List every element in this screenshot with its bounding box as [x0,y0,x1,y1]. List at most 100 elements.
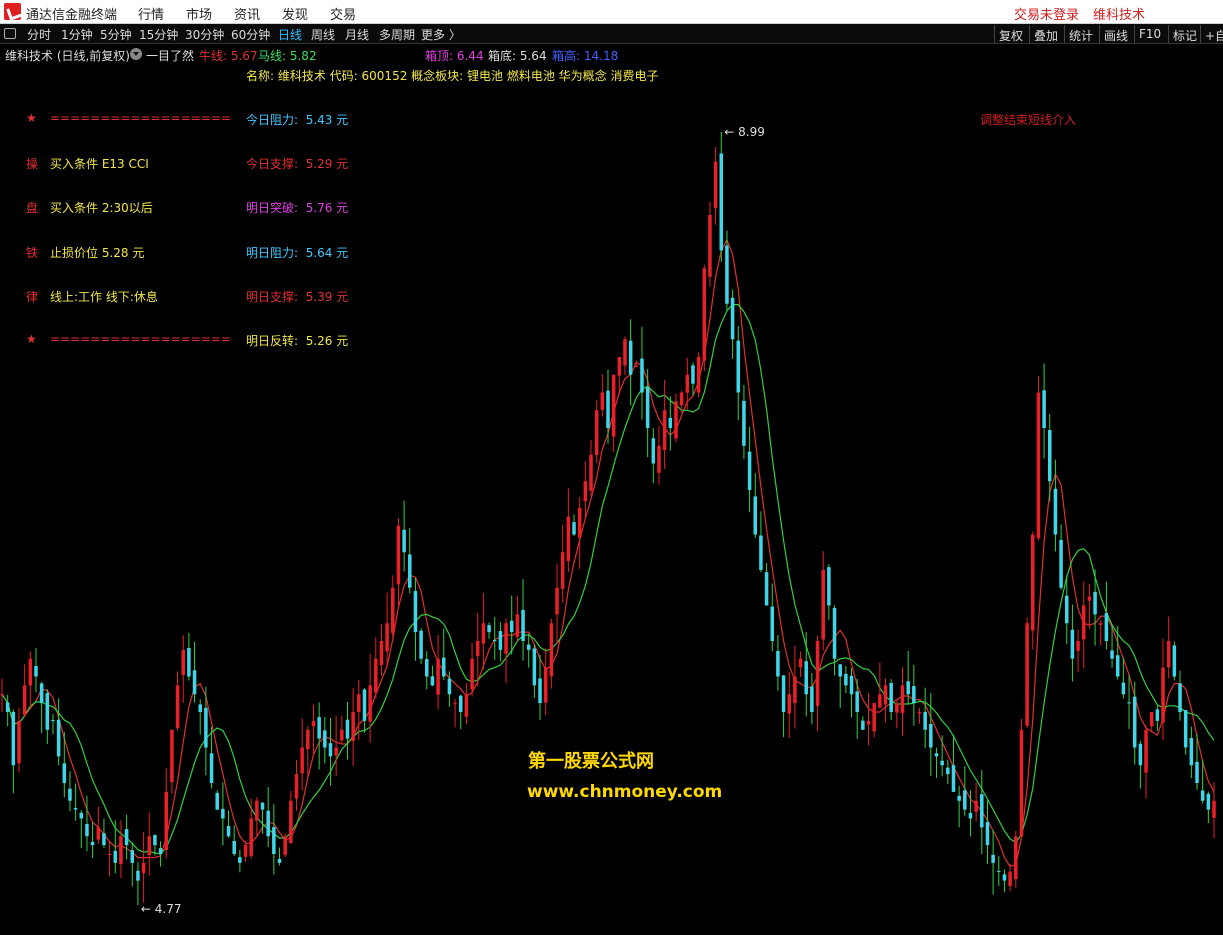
candle-body [345,719,350,739]
candle-body [340,729,344,741]
candle-body [883,685,888,705]
candle-body [691,365,695,384]
candle-body [934,753,939,757]
candle-body [226,826,231,837]
candle-body [328,743,333,757]
candle-body [170,729,174,783]
menu-trade[interactable]: 交易 [330,4,356,23]
panel-toggle-icon[interactable] [4,28,16,39]
candle-body [906,681,910,695]
candle-body [815,641,820,706]
candle-body [391,587,395,634]
period-30min[interactable]: 30分钟 [185,26,224,43]
candle-body [515,614,520,637]
candle-body [821,570,825,640]
menu-news[interactable]: 资讯 [234,4,260,23]
candle-body [1121,682,1126,695]
candle-body [793,676,797,704]
period-monthly[interactable]: 月线 [345,26,369,43]
candle-body [1110,650,1114,659]
candle-body [577,507,582,538]
mark-button[interactable]: 标记 [1168,25,1201,43]
candle-body [753,496,758,535]
candle-body [560,552,565,589]
candle-body [504,623,508,654]
candle-body [1098,623,1103,625]
candle-body [1025,623,1029,726]
candle-body [1019,729,1024,837]
candle-body [1149,712,1154,727]
candle-body [464,694,469,717]
candle-body [90,841,95,846]
candle-body [827,567,831,606]
candle-body [419,630,423,659]
custom-button[interactable]: +自 [1200,25,1223,43]
candle-body [215,792,219,810]
candle-body [492,639,497,641]
candle-body [1053,488,1058,535]
candle-body [487,625,491,633]
candle-body [696,357,701,393]
box-bottom-value: 箱底: 5.64 [488,49,547,63]
candle-body [85,824,89,837]
candle-body [136,870,140,881]
period-intraday[interactable]: 分时 [27,26,51,43]
candle-body [1127,702,1131,704]
candle-body [102,833,106,846]
candle-body [878,694,882,708]
kline-chart[interactable]: ← 8.99 ← 4.77 [0,63,1223,935]
candle-body [764,572,769,606]
candle-body [1014,836,1018,880]
overlay-button[interactable]: 叠加 [1029,25,1062,43]
draw-button[interactable]: 画线 [1099,25,1132,43]
candle-body [374,658,378,693]
period-60min[interactable]: 60分钟 [231,26,270,43]
candle-body [1200,790,1205,801]
candle-body [968,812,973,819]
candle-body [107,854,112,855]
candle-body [742,400,746,446]
candle-body [912,686,916,704]
login-status-link[interactable]: 交易未登录 [1014,4,1079,23]
period-more[interactable]: 更多 〉 [421,26,461,43]
candle-body [521,609,525,641]
period-1min[interactable]: 1分钟 [61,26,93,43]
watermark-url: www.chnmoney.com [527,782,723,802]
candle-body [702,268,707,361]
menu-market-quotes[interactable]: 行情 [138,4,164,23]
menu-market[interactable]: 市场 [186,4,212,23]
candle-body [164,791,168,851]
candle-body [730,297,735,340]
candle-body [1036,392,1041,539]
period-15min[interactable]: 15分钟 [139,26,178,43]
menu-discover[interactable]: 发现 [282,4,308,23]
period-multi[interactable]: 多周期 [379,26,415,43]
indicator-settings-icon[interactable] [130,48,142,60]
candle-body [747,451,752,491]
candle-body [1064,595,1069,624]
kline-chart-svg: ← 8.99 ← 4.77 [0,125,1216,916]
stock-title: 维科技术 [1093,8,1146,23]
candle-body [73,808,78,810]
candle-body [1138,743,1143,766]
candle-body [260,802,265,810]
stats-button[interactable]: 统计 [1064,25,1097,43]
candle-body [447,678,452,695]
candle-body [509,620,514,633]
indicator-name: 维科技术 (日线,前复权) [5,49,130,63]
horse-line-value: 马线: 5.82 [258,49,317,63]
candle-body [1166,641,1171,668]
candle-body [583,481,588,502]
candle-body [79,812,84,819]
candle-body [481,623,486,644]
candle-body [272,827,276,854]
candle-body [940,760,944,766]
candle-body [475,641,480,657]
adjust-button[interactable]: 复权 [994,25,1027,43]
period-5min[interactable]: 5分钟 [100,26,132,43]
period-daily[interactable]: 日线 [278,26,302,43]
f10-button[interactable]: F10 [1134,25,1165,43]
period-weekly[interactable]: 周线 [311,26,335,43]
candle-body [300,747,304,774]
candle-body [917,712,922,714]
